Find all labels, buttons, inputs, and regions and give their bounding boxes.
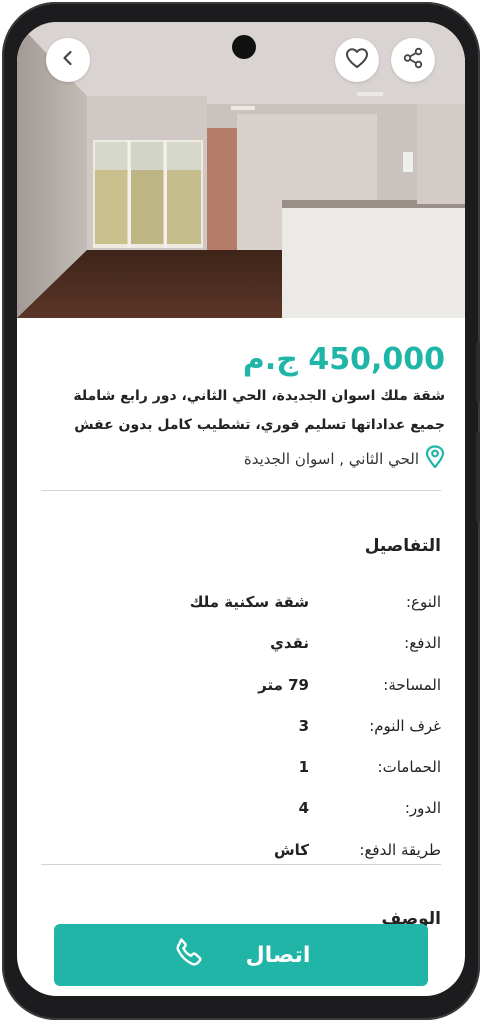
location-text: الحي الثاني , اسوان الجديدة xyxy=(243,450,419,468)
detail-label: الحمامات: xyxy=(377,758,441,776)
details-title: التفاصيل xyxy=(364,536,441,556)
share-button[interactable] xyxy=(391,38,435,82)
app-screen: 450,000 ج.م شقة ملك اسوان الجديدة، الحي … xyxy=(17,22,465,996)
share-icon xyxy=(402,47,424,73)
call-label: اتصال xyxy=(245,942,311,968)
divider xyxy=(41,490,441,491)
detail-label: النوع: xyxy=(405,593,441,611)
detail-value: 79 متر xyxy=(258,676,309,694)
location-pin-icon xyxy=(425,445,445,473)
detail-row-floor: الدور: 4 xyxy=(41,797,441,819)
call-button[interactable]: اتصال xyxy=(54,924,428,986)
detail-row-payment: الدفع: نقدي xyxy=(41,632,441,654)
chevron-left-icon xyxy=(58,48,78,72)
detail-label: طريقة الدفع: xyxy=(359,841,441,859)
detail-label: الدور: xyxy=(404,799,441,817)
detail-value: شقة سكنية ملك xyxy=(189,593,309,611)
divider xyxy=(41,864,441,865)
front-camera xyxy=(232,35,256,59)
phone-icon xyxy=(172,936,206,974)
favorite-button[interactable] xyxy=(335,38,379,82)
detail-label: غرف النوم: xyxy=(369,717,441,735)
detail-row-type: النوع: شقة سكنية ملك xyxy=(41,591,441,613)
detail-value: 1 xyxy=(298,758,309,776)
detail-row-bedrooms: غرف النوم: 3 xyxy=(41,715,441,737)
heart-icon xyxy=(345,47,369,73)
detail-label: المساحة: xyxy=(383,676,441,694)
detail-label: الدفع: xyxy=(404,634,441,652)
detail-row-bathrooms: الحمامات: 1 xyxy=(41,756,441,778)
detail-value: 4 xyxy=(298,799,309,817)
detail-value: نقدي xyxy=(270,634,309,652)
price: 450,000 ج.م xyxy=(242,342,445,377)
listing-description: شقة ملك اسوان الجديدة، الحي الثاني، دور … xyxy=(73,388,445,433)
detail-value: كاش xyxy=(273,841,309,859)
volume-button xyxy=(476,342,480,402)
detail-row-area: المساحة: 79 متر xyxy=(41,674,441,696)
detail-row-payment-method: طريقة الدفع: كاش xyxy=(41,839,441,861)
detail-value: 3 xyxy=(298,717,309,735)
power-button xyxy=(476,432,480,522)
location: الحي الثاني , اسوان الجديدة xyxy=(243,445,445,473)
back-button[interactable] xyxy=(46,38,90,82)
